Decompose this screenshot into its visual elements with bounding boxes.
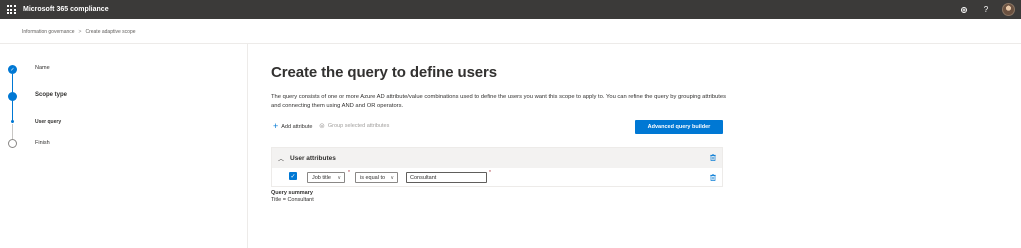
breadcrumb-item-information-governance[interactable]: Information governance — [22, 29, 75, 35]
query-summary: Query summary Title = Consultant — [271, 190, 314, 203]
step-name: Name — [35, 65, 50, 71]
substep-dot — [11, 120, 14, 123]
step-user-query: User query — [35, 119, 62, 125]
attribute-row: ✓ Job title ∨ * is equal to ∨ Consultant… — [272, 168, 722, 187]
breadcrumb-item-create-adaptive-scope: Create adaptive scope — [85, 29, 136, 35]
required-asterisk: * — [348, 170, 350, 176]
group-icon: ⊜ — [319, 123, 325, 130]
operator-select[interactable]: is equal to ∨ — [355, 172, 398, 183]
chevron-up-icon[interactable]: ︿ — [278, 154, 284, 163]
delete-icon[interactable] — [710, 153, 716, 163]
add-attribute-button[interactable]: + Add attribute — [273, 122, 312, 131]
attribute-select-value: Job title — [312, 174, 331, 181]
app-launcher-icon[interactable] — [0, 0, 22, 19]
attribute-select[interactable]: Job title ∨ — [307, 172, 345, 183]
page-title: Create the query to define users — [271, 64, 498, 81]
page-description: The query consists of one or more Azure … — [271, 94, 727, 109]
panel-title: User attributes — [290, 154, 336, 162]
wizard-steps: ✓ Name Scope type User query Finish — [0, 44, 248, 248]
top-bar: Microsoft 365 compliance ? — [0, 0, 1021, 19]
chevron-down-icon: ∨ — [390, 174, 394, 181]
app-title[interactable]: Microsoft 365 compliance — [23, 6, 109, 13]
add-attribute-label: Add attribute — [281, 123, 313, 130]
user-attributes-panel: ︿ User attributes ✓ Job title ∨ * is equ… — [271, 147, 723, 187]
checkmark-icon: ✓ — [8, 65, 17, 74]
help-icon[interactable]: ? — [980, 4, 992, 16]
advanced-query-builder-button[interactable]: Advanced query builder — [635, 120, 723, 134]
required-asterisk: * — [489, 170, 491, 176]
gear-icon[interactable] — [958, 4, 970, 16]
row-checkbox[interactable]: ✓ — [289, 172, 297, 180]
step-scope-type: Scope type — [35, 92, 68, 98]
delete-icon[interactable] — [710, 174, 716, 183]
step-connector — [12, 124, 13, 139]
step-current-dot — [8, 92, 17, 101]
panel-header[interactable]: ︿ User attributes — [272, 148, 722, 168]
query-toolbar: + Add attribute ⊜ Group selected attribu… — [271, 120, 723, 134]
step-finish: Finish — [35, 140, 50, 146]
main-content: Create the query to define users The que… — [271, 64, 731, 110]
operator-select-value: is equal to — [360, 174, 386, 181]
chevron-down-icon: ∨ — [337, 174, 341, 181]
avatar[interactable] — [1002, 3, 1015, 16]
query-summary-title: Query summary — [271, 190, 313, 196]
group-attributes-button[interactable]: ⊜ Group selected attributes — [319, 122, 389, 130]
chevron-right-icon: > — [78, 29, 82, 35]
plus-icon: + — [273, 121, 279, 131]
step-future-dot — [8, 139, 17, 148]
query-summary-text: Title = Consultant — [271, 197, 314, 203]
group-attributes-label: Group selected attributes — [327, 123, 390, 129]
breadcrumb: Information governance > Create adaptive… — [22, 29, 136, 35]
attribute-value-input[interactable]: Consultant — [406, 172, 487, 183]
